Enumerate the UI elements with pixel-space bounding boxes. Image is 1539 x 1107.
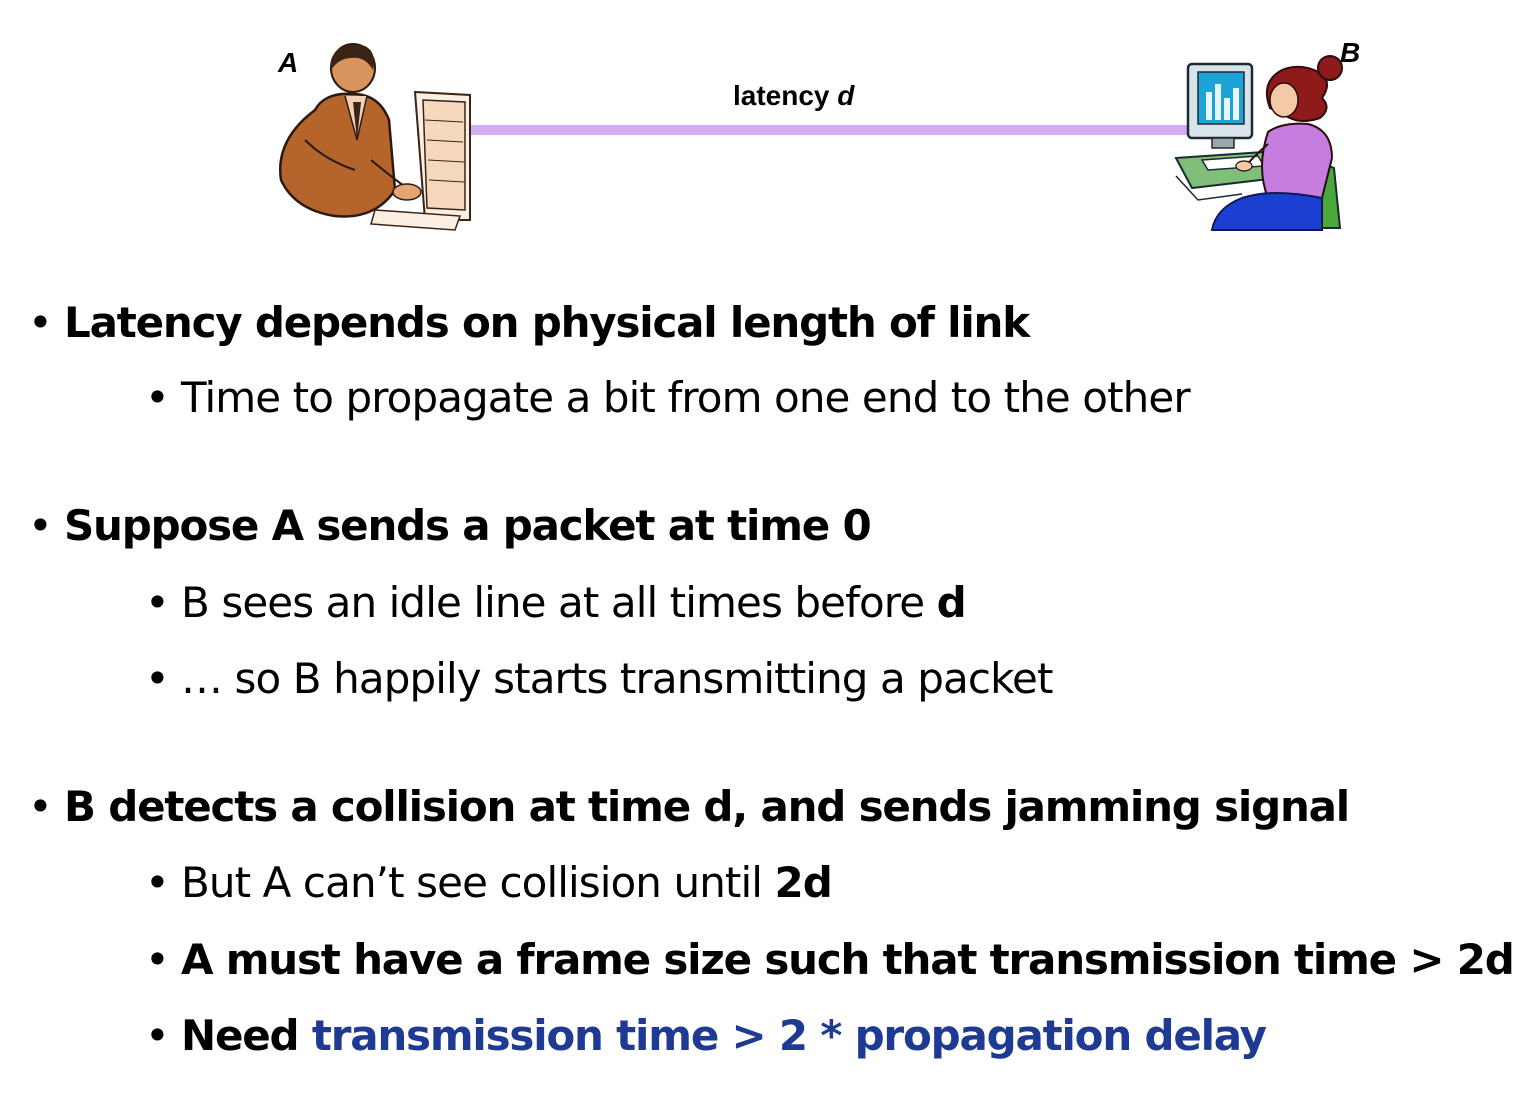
subbullet-need-transmission-time: • Need transmission time > 2 * propagatio…: [145, 1011, 1267, 1060]
bullet-dot: •: [145, 578, 170, 627]
bullet-text: B sees an idle line at all times before: [181, 578, 937, 627]
bullet-text: B detects a collision at time d, and sen…: [64, 782, 1350, 831]
slide-body: • Latency depends on physical length of l…: [0, 0, 1539, 1107]
bullet-text: Need: [181, 1011, 312, 1060]
bullet-text: … so B happily starts transmitting a pac…: [181, 654, 1053, 703]
bullet-dot: •: [28, 298, 53, 347]
bullet-text: Time to propagate a bit from one end to …: [181, 373, 1191, 422]
bullet-dot: •: [145, 1011, 170, 1060]
bullet-dot: •: [145, 858, 170, 907]
subbullet-a-cant-see-collision: • But A can’t see collision until 2d: [145, 858, 833, 907]
bullet-text: A must have a frame size such that trans…: [181, 935, 1515, 984]
subbullet-time-to-propagate: • Time to propagate a bit from one end to…: [145, 373, 1191, 422]
bullet-bold-term: 2d: [774, 858, 832, 907]
subbullet-frame-size: • A must have a frame size such that tran…: [145, 935, 1515, 984]
highlighted-formula: transmission time > 2 * propagation dela…: [311, 1011, 1267, 1060]
bullet-text: Latency depends on physical length of li…: [64, 298, 1030, 347]
bullet-text: But A can’t see collision until: [181, 858, 775, 907]
bullet-dot: •: [145, 373, 170, 422]
subbullet-b-starts-transmitting: •… so B happily starts transmitting a pa…: [145, 658, 1053, 700]
bullet-latency-depends: • Latency depends on physical length of l…: [28, 298, 1030, 347]
bullet-dot: •: [28, 501, 53, 550]
bullet-b-detects-collision: • B detects a collision at time d, and se…: [28, 782, 1350, 831]
bullet-dot: •: [145, 935, 170, 984]
bullet-text: Suppose A sends a packet at time 0: [64, 501, 872, 550]
subbullet-b-sees-idle-line: • B sees an idle line at all times before…: [145, 578, 967, 627]
bullet-dot: •: [28, 782, 53, 831]
bullet-bold-term: d: [936, 578, 967, 627]
bullet-suppose-a-sends: • Suppose A sends a packet at time 0: [28, 501, 872, 550]
bullet-dot: •: [145, 654, 170, 703]
